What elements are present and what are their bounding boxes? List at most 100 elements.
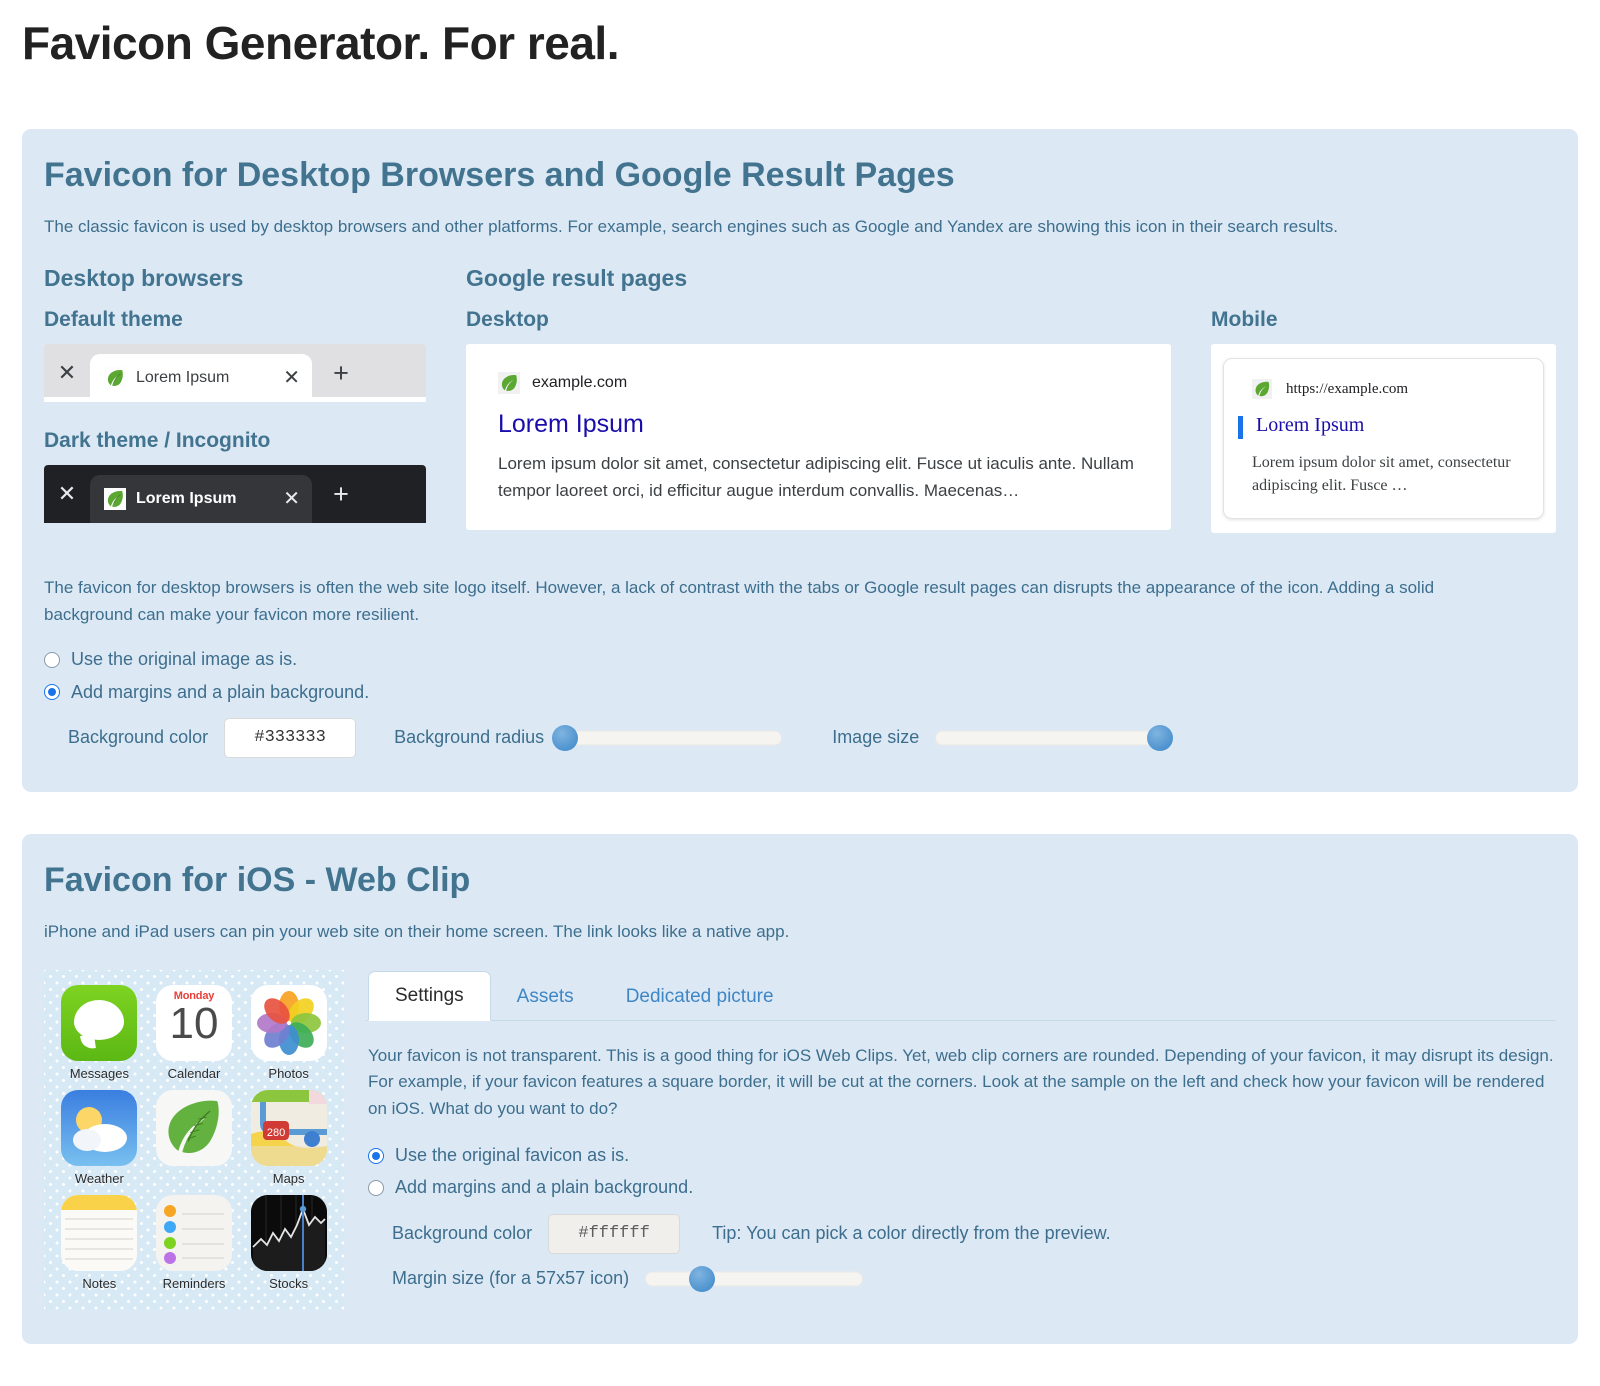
- ios-tab-body: Your favicon is not transparent. This is…: [366, 1021, 1556, 1292]
- ios-panel-title: Favicon for iOS - Web Clip: [44, 860, 471, 899]
- google-desktop-result-card: example.com Lorem Ipsum Lorem ipsum dolo…: [466, 344, 1171, 531]
- app-weather: Weather: [56, 1089, 143, 1191]
- browser-tab-title: Lorem Ipsum: [136, 369, 230, 387]
- ios-option-original[interactable]: Use the original favicon as is.: [368, 1144, 1554, 1167]
- app-label-calendar: Calendar: [167, 1066, 221, 1082]
- photos-icon: [250, 985, 327, 1062]
- ios-background-color-input[interactable]: #ffffff: [548, 1213, 681, 1254]
- desktop-preview-row: Desktop browsers Default theme ✕ Lorem I…: [44, 265, 1556, 549]
- browser-tabstrip-light: ✕ Lorem Ipsum ✕ +: [44, 344, 426, 403]
- desktop-option-original-label: Use the original image as is.: [71, 649, 298, 670]
- image-size-label: Image size: [832, 727, 920, 748]
- page-root: Favicon Generator. For real. Favicon for…: [0, 0, 1600, 1345]
- google-desktop-result-title[interactable]: Lorem Ipsum: [498, 408, 1139, 441]
- google-results-column: Google result pages Desktop example.com: [426, 265, 1556, 533]
- radio-add-margins[interactable]: [44, 684, 60, 701]
- app-label-photos: Photos: [268, 1066, 309, 1082]
- app-messages: Messages: [56, 985, 143, 1086]
- mobile-accent-bar: [1238, 416, 1243, 440]
- app-label-stocks: Stocks: [269, 1275, 309, 1291]
- reminders-icon: [155, 1194, 232, 1271]
- browser-tabstrip-dark: ✕ Lorem Ipsum ✕ +: [44, 465, 426, 524]
- tab-close-icon[interactable]: ✕: [279, 368, 300, 388]
- margin-size-slider[interactable]: [645, 1265, 864, 1292]
- weather-icon: [61, 1089, 138, 1166]
- app-photos: Photos: [245, 985, 332, 1086]
- google-desktop-domain: example.com: [532, 374, 628, 392]
- ios-background-color-row: Background color #ffffff Tip: You can pi…: [392, 1213, 1554, 1254]
- favicon-leaf-icon-google: [498, 372, 520, 395]
- desktop-option-margins[interactable]: Add margins and a plain background.: [44, 681, 1556, 704]
- google-mobile-url: https://example.com: [1286, 380, 1409, 397]
- ios-background-color-label: Background color: [392, 1223, 533, 1244]
- desktop-panel-title: Favicon for Desktop Browsers and Google …: [44, 156, 955, 195]
- app-favicon-preview: [151, 1089, 238, 1191]
- margin-size-track: [645, 1271, 864, 1287]
- desktop-controls-row: Background color #333333 Background radi…: [68, 717, 1556, 758]
- image-size-slider[interactable]: [935, 724, 1174, 751]
- new-tab-plus-icon[interactable]: +: [312, 344, 370, 402]
- background-radius-thumb[interactable]: [551, 724, 578, 751]
- margin-size-thumb[interactable]: [688, 1265, 715, 1292]
- app-stocks: Stocks: [245, 1194, 332, 1296]
- desktop-panel-description: The classic favicon is used by desktop b…: [44, 216, 1338, 236]
- default-theme-block: Default theme ✕ Lorem Ipsum ✕ +: [44, 307, 426, 403]
- google-mobile-preview: . Mobile https://exam: [1211, 265, 1556, 533]
- browser-tab-light[interactable]: Lorem Ipsum ✕: [90, 354, 312, 403]
- image-size-track: [935, 730, 1168, 746]
- radio-ios-add-margins[interactable]: [368, 1180, 384, 1197]
- ios-option-margins-label: Add margins and a plain background.: [395, 1177, 694, 1198]
- ios-settings-panel: Settings Assets Dedicated picture Your f…: [366, 970, 1556, 1292]
- google-mobile-site-row: https://example.com: [1252, 379, 1525, 400]
- ios-option-margins[interactable]: Add margins and a plain background.: [368, 1176, 1554, 1199]
- ios-color-tip: Tip: You can pick a color directly from …: [712, 1223, 1111, 1244]
- radio-original-image[interactable]: [44, 651, 60, 668]
- calendar-icon: Monday 10: [155, 985, 232, 1062]
- google-desktop-label: Desktop: [466, 308, 549, 332]
- background-radius-track: [560, 730, 783, 746]
- desktop-option-original[interactable]: Use the original image as is.: [44, 648, 1556, 671]
- calendar-number: 10: [169, 999, 219, 1049]
- google-mobile-outer: https://example.com Lorem Ipsum Lorem ip…: [1211, 344, 1556, 533]
- google-mobile-label: Mobile: [1211, 308, 1278, 332]
- messages-icon: [61, 985, 138, 1062]
- background-radius-label: Background radius: [394, 727, 545, 748]
- google-mobile-result-card: https://example.com Lorem Ipsum Lorem ip…: [1223, 358, 1544, 519]
- app-reminders: Reminders: [151, 1194, 238, 1296]
- desktop-note: The favicon for desktop browsers is ofte…: [44, 578, 1435, 624]
- ios-tabs: Settings Assets Dedicated picture: [366, 970, 1556, 1022]
- google-desktop-result-snippet: Lorem ipsum dolor sit amet, consectetur …: [498, 453, 1134, 500]
- app-notes: Notes: [56, 1194, 143, 1296]
- ios-content-row: Messages Monday 10 Calendar Photos Weath…: [44, 970, 1556, 1310]
- favicon-leaf-icon-dark: [104, 488, 126, 511]
- desktop-background-color-label: Background color: [68, 727, 209, 748]
- window-close-icon-dark[interactable]: ✕: [44, 465, 90, 523]
- ios-webclip-panel: Favicon for iOS - Web Clip iPhone and iP…: [22, 833, 1578, 1345]
- new-tab-plus-icon-dark[interactable]: +: [312, 465, 370, 523]
- radio-ios-original-favicon[interactable]: [368, 1147, 384, 1164]
- app-maps: 280 Maps: [245, 1089, 332, 1191]
- desktop-background-color-input[interactable]: #333333: [224, 717, 357, 758]
- leaf-favicon-preview-icon: [155, 1089, 232, 1166]
- notes-icon: [61, 1194, 138, 1271]
- page-title: Favicon Generator. For real.: [22, 17, 619, 69]
- app-label-weather: Weather: [74, 1170, 124, 1186]
- browser-tab-dark[interactable]: Lorem Ipsum ✕: [90, 475, 312, 524]
- ios-settings-text: Your favicon is not transparent. This is…: [368, 1046, 1554, 1118]
- favicon-leaf-icon-mobile: [1252, 379, 1272, 400]
- desktop-browsers-heading: Desktop browsers: [44, 265, 244, 292]
- default-theme-label: Default theme: [44, 308, 183, 332]
- tab-settings[interactable]: Settings: [368, 971, 491, 1022]
- google-desktop-site-row: example.com: [498, 372, 1139, 395]
- google-mobile-title-row[interactable]: Lorem Ipsum: [1238, 413, 1525, 440]
- google-mobile-result-title: Lorem Ipsum: [1256, 414, 1365, 437]
- background-radius-slider[interactable]: [551, 724, 783, 751]
- tab-dedicated-picture[interactable]: Dedicated picture: [600, 973, 800, 1021]
- tab-assets[interactable]: Assets: [491, 973, 600, 1021]
- window-close-icon[interactable]: ✕: [44, 344, 90, 402]
- desktop-option-margins-label: Add margins and a plain background.: [71, 681, 370, 702]
- google-desktop-preview: Google result pages Desktop example.com: [466, 265, 1171, 532]
- app-label-reminders: Reminders: [162, 1275, 226, 1291]
- tab-close-icon-dark[interactable]: ✕: [279, 489, 300, 509]
- image-size-thumb[interactable]: [1147, 724, 1174, 751]
